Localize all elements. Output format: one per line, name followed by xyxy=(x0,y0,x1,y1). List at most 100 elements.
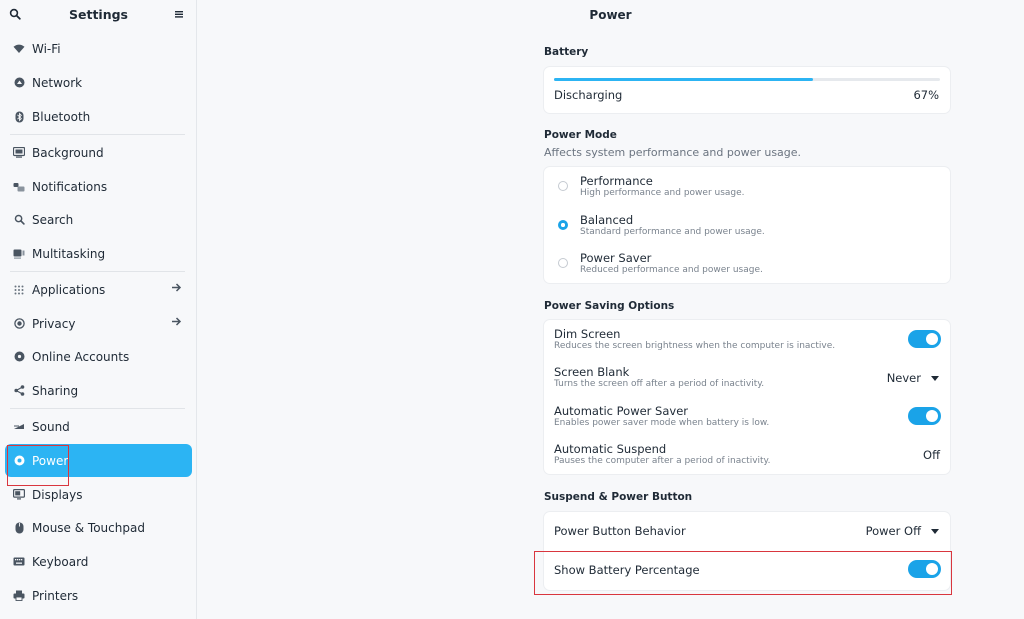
sidebar: Settings Wi-Fi Network Bluetooth Backgro… xyxy=(0,0,197,619)
sidebar-item-label: Background xyxy=(32,145,104,160)
sidebar-item-background[interactable]: Background xyxy=(5,136,192,169)
screen-blank-dropdown[interactable]: Never xyxy=(887,371,921,385)
notifications-icon xyxy=(6,182,32,192)
wifi-icon xyxy=(6,44,32,54)
sidebar-item-network[interactable]: Network xyxy=(5,66,192,99)
power-button-behavior-dropdown[interactable]: Power Off xyxy=(866,524,921,538)
privacy-icon xyxy=(6,318,32,329)
suspend-card: Power Button Behavior Power Off Show Bat… xyxy=(544,512,950,590)
sidebar-separator xyxy=(10,134,185,135)
option-desc: Standard performance and power usage. xyxy=(580,227,765,237)
battery-level-bar xyxy=(554,78,940,81)
sidebar-item-label: Search xyxy=(32,212,74,227)
auto-suspend-title: Automatic Suspend xyxy=(554,442,667,456)
sidebar-item-label: Sound xyxy=(32,419,70,434)
sidebar-item-search[interactable]: Search xyxy=(5,203,192,236)
option-title: Performance xyxy=(580,174,653,188)
battery-level-fill xyxy=(554,78,813,81)
displays-icon xyxy=(6,489,32,500)
auto-saver-toggle[interactable] xyxy=(908,407,941,425)
printer-icon xyxy=(6,590,32,601)
applications-icon xyxy=(6,285,32,295)
sidebar-item-label: Displays xyxy=(32,487,83,502)
chevron-down-icon xyxy=(931,529,939,534)
sidebar-item-label: Sharing xyxy=(32,383,79,398)
chevron-down-icon xyxy=(931,376,939,381)
option-desc: High performance and power usage. xyxy=(580,188,745,198)
option-title: Power Saver xyxy=(580,251,652,265)
battery-card: Discharging 67% xyxy=(544,67,950,113)
sidebar-item-label: Notifications xyxy=(32,179,108,194)
sidebar-item-label: Network xyxy=(32,75,83,90)
sidebar-item-label: Multitasking xyxy=(32,246,106,261)
screen-blank-desc: Turns the screen off after a period of i… xyxy=(554,379,765,389)
option-desc: Reduced performance and power usage. xyxy=(580,265,763,275)
sidebar-title: Settings xyxy=(68,7,128,22)
radio-balanced[interactable] xyxy=(558,220,568,230)
sharing-icon xyxy=(6,385,32,396)
battery-status: Discharging xyxy=(554,88,623,102)
online-accounts-icon xyxy=(6,351,32,362)
sidebar-item-notifications[interactable]: Notifications xyxy=(5,170,192,203)
mouse-icon xyxy=(6,522,32,534)
sidebar-item-online-accounts[interactable]: Online Accounts xyxy=(5,340,192,373)
auto-saver-title: Automatic Power Saver xyxy=(554,404,689,418)
sidebar-separator xyxy=(10,271,185,272)
page-title: Power xyxy=(589,8,632,22)
sidebar-item-label: Wi-Fi xyxy=(32,41,61,56)
bluetooth-icon xyxy=(6,111,32,123)
show-battery-percentage-toggle[interactable] xyxy=(908,560,941,578)
battery-percent: 67% xyxy=(913,88,939,102)
sidebar-item-wifi[interactable]: Wi-Fi xyxy=(5,32,192,65)
sidebar-item-multitasking[interactable]: Multitasking xyxy=(5,237,192,270)
sidebar-item-keyboard[interactable]: Keyboard xyxy=(5,545,192,578)
arrow-right-icon xyxy=(171,316,182,330)
sidebar-item-label: Printers xyxy=(32,588,79,603)
sidebar-item-label: Online Accounts xyxy=(32,349,130,364)
show-battery-percentage-title: Show Battery Percentage xyxy=(554,563,700,577)
power-mode-section-title: Power Mode xyxy=(544,129,617,141)
option-title: Balanced xyxy=(580,213,634,227)
sidebar-item-printers[interactable]: Printers xyxy=(5,579,192,612)
power-mode-card: Performance High performance and power u… xyxy=(544,167,950,283)
sidebar-item-displays[interactable]: Displays xyxy=(5,478,192,511)
sidebar-item-label: Mouse & Touchpad xyxy=(32,520,145,535)
main-panel: Power Battery Discharging 67% Power Mode… xyxy=(197,0,1024,619)
power-saving-section-title: Power Saving Options xyxy=(544,300,675,312)
sidebar-item-sharing[interactable]: Sharing xyxy=(5,374,192,407)
power-icon xyxy=(6,455,32,466)
sound-icon xyxy=(6,422,32,431)
radio-power-saver[interactable] xyxy=(558,258,568,268)
auto-suspend-desc: Pauses the computer after a period of in… xyxy=(554,456,771,466)
suspend-section-title: Suspend & Power Button xyxy=(544,491,693,503)
dim-screen-title: Dim Screen xyxy=(554,327,621,341)
dim-screen-desc: Reduces the screen brightness when the c… xyxy=(554,341,836,351)
sidebar-header: Settings xyxy=(0,0,196,32)
power-saving-card: Dim Screen Reduces the screen brightness… xyxy=(544,320,950,474)
auto-suspend-value[interactable]: Off xyxy=(923,448,940,462)
sidebar-item-privacy[interactable]: Privacy xyxy=(5,307,192,340)
power-button-behavior-title: Power Button Behavior xyxy=(554,524,686,538)
sidebar-item-label: Bluetooth xyxy=(32,109,91,124)
multitasking-icon xyxy=(6,249,32,259)
screen-blank-title: Screen Blank xyxy=(554,365,630,379)
network-icon xyxy=(6,77,32,88)
hamburger-menu-icon[interactable] xyxy=(173,8,189,24)
sidebar-item-label: Power xyxy=(32,453,69,468)
sidebar-item-power[interactable]: Power xyxy=(5,444,192,477)
sidebar-item-label: Keyboard xyxy=(32,554,89,569)
sidebar-item-applications[interactable]: Applications xyxy=(5,273,192,306)
sidebar-item-sound[interactable]: Sound xyxy=(5,410,192,443)
background-icon xyxy=(6,147,32,158)
keyboard-icon xyxy=(6,557,32,566)
auto-saver-desc: Enables power saver mode when battery is… xyxy=(554,418,770,428)
sidebar-item-bluetooth[interactable]: Bluetooth xyxy=(5,100,192,133)
search-icon xyxy=(6,214,32,225)
sidebar-item-label: Privacy xyxy=(32,316,76,331)
battery-section-title: Battery xyxy=(544,46,589,58)
dim-screen-toggle[interactable] xyxy=(908,330,941,348)
radio-performance[interactable] xyxy=(558,181,568,191)
sidebar-item-mouse[interactable]: Mouse & Touchpad xyxy=(5,511,192,544)
sidebar-item-label: Applications xyxy=(32,282,106,297)
power-mode-subtitle: Affects system performance and power usa… xyxy=(544,146,802,159)
